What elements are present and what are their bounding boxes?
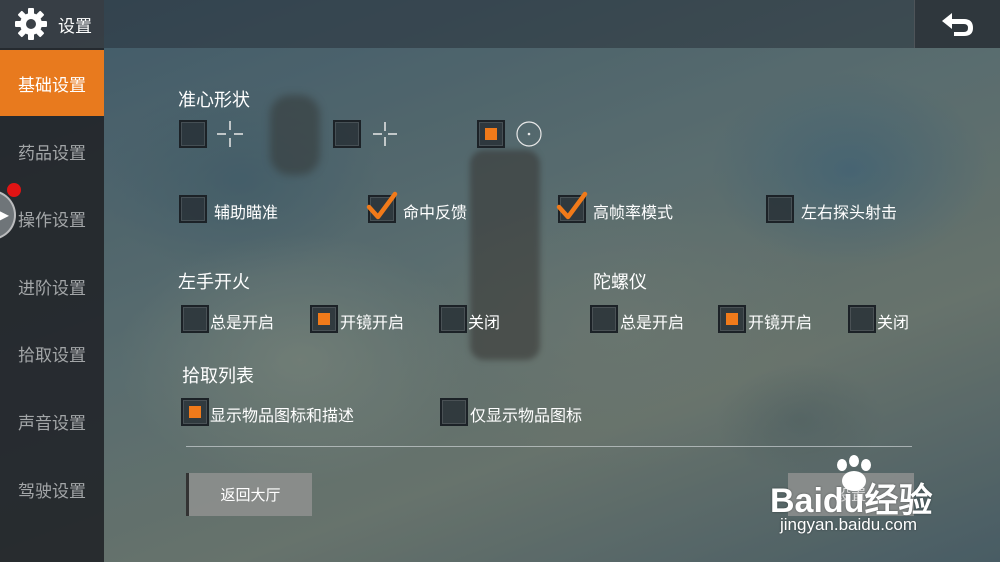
return-lobby-button[interactable]: 返回大厅: [186, 473, 312, 516]
top-bar: [0, 0, 1000, 48]
sidebar-item-label: 药品设置: [18, 143, 86, 164]
dot-circle-icon: [516, 121, 542, 147]
peek-fire-checkbox[interactable]: [766, 195, 794, 223]
gyro-scope-label: 开镜开启: [748, 313, 813, 332]
pickup-icon-desc-label: 显示物品图标和描述: [210, 406, 355, 425]
gyro-off-checkbox[interactable]: [848, 305, 876, 333]
left-fire-off-checkbox[interactable]: [439, 305, 467, 333]
divider: [186, 446, 912, 447]
left-fire-title: 左手开火: [178, 272, 250, 293]
pickup-list-title: 拾取列表: [182, 366, 254, 387]
settings-sidebar: 基础设置 药品设置 操作设置 进阶设置 拾取设置 声音设置 驾驶设置: [0, 48, 104, 562]
pickup-icon-only-checkbox[interactable]: [440, 398, 468, 426]
left-fire-scope-checkbox[interactable]: [310, 305, 338, 333]
high-fps-label: 高帧率模式: [593, 203, 674, 222]
aim-assist-label: 辅助瞄准: [214, 203, 279, 222]
page-title: 设置: [58, 16, 92, 37]
hit-feedback-label: 命中反馈: [403, 203, 468, 222]
sidebar-item-label: 操作设置: [18, 210, 86, 231]
sidebar-item-medicine[interactable]: 药品设置: [0, 118, 104, 184]
gyro-scope-checkbox[interactable]: [718, 305, 746, 333]
gyro-off-label: 关闭: [877, 313, 910, 332]
sidebar-item-pickup[interactable]: 拾取设置: [0, 320, 104, 386]
sidebar-item-label: 拾取设置: [18, 345, 86, 366]
peek-fire-label: 左右探头射击: [801, 203, 898, 222]
sidebar-item-driving[interactable]: 驾驶设置: [0, 456, 104, 522]
gear-icon: [15, 8, 47, 40]
pickup-icon-only-label: 仅显示物品图标: [470, 406, 583, 425]
sidebar-item-label: 声音设置: [18, 413, 86, 434]
settings-header: 设置: [0, 0, 104, 48]
sidebar-item-sound[interactable]: 声音设置: [0, 388, 104, 454]
checkmark-icon: [556, 191, 588, 220]
sidebar-item-label: 驾驶设置: [18, 481, 86, 502]
chevron-right-icon: ▶: [0, 208, 9, 222]
gyro-always-checkbox[interactable]: [590, 305, 618, 333]
left-fire-always-label: 总是开启: [210, 313, 275, 332]
notification-dot: [7, 183, 21, 197]
left-fire-off-label: 关闭: [468, 313, 501, 332]
pickup-icon-desc-checkbox[interactable]: [181, 398, 209, 426]
left-fire-always-checkbox[interactable]: [181, 305, 209, 333]
watermark-url: jingyan.baidu.com: [780, 515, 918, 534]
checkmark-icon: [366, 191, 398, 220]
return-arrow-icon: [941, 13, 973, 36]
cross-gap-icon: [217, 121, 243, 147]
left-fire-scope-label: 开镜开启: [340, 313, 405, 332]
sidebar-item-label: 进阶设置: [18, 278, 86, 299]
crosshair-option-3-checkbox[interactable]: [477, 120, 505, 148]
crosshair-option-1-checkbox[interactable]: [179, 120, 207, 148]
return-lobby-label: 返回大厅: [220, 486, 281, 504]
gyroscope-title: 陀螺仪: [593, 272, 647, 293]
sidebar-item-basic[interactable]: 基础设置: [0, 50, 104, 116]
sidebar-item-label: 基础设置: [18, 75, 86, 96]
crosshair-option-2-checkbox[interactable]: [333, 120, 361, 148]
cross-small-icon: [373, 122, 397, 146]
crosshair-title: 准心形状: [178, 90, 250, 111]
gyro-always-label: 总是开启: [620, 313, 685, 332]
baidu-watermark: Baidu经验 jingyan.baidu.com: [770, 455, 970, 545]
back-button[interactable]: [914, 0, 1000, 48]
sidebar-item-advanced[interactable]: 进阶设置: [0, 253, 104, 319]
aim-assist-checkbox[interactable]: [179, 195, 207, 223]
